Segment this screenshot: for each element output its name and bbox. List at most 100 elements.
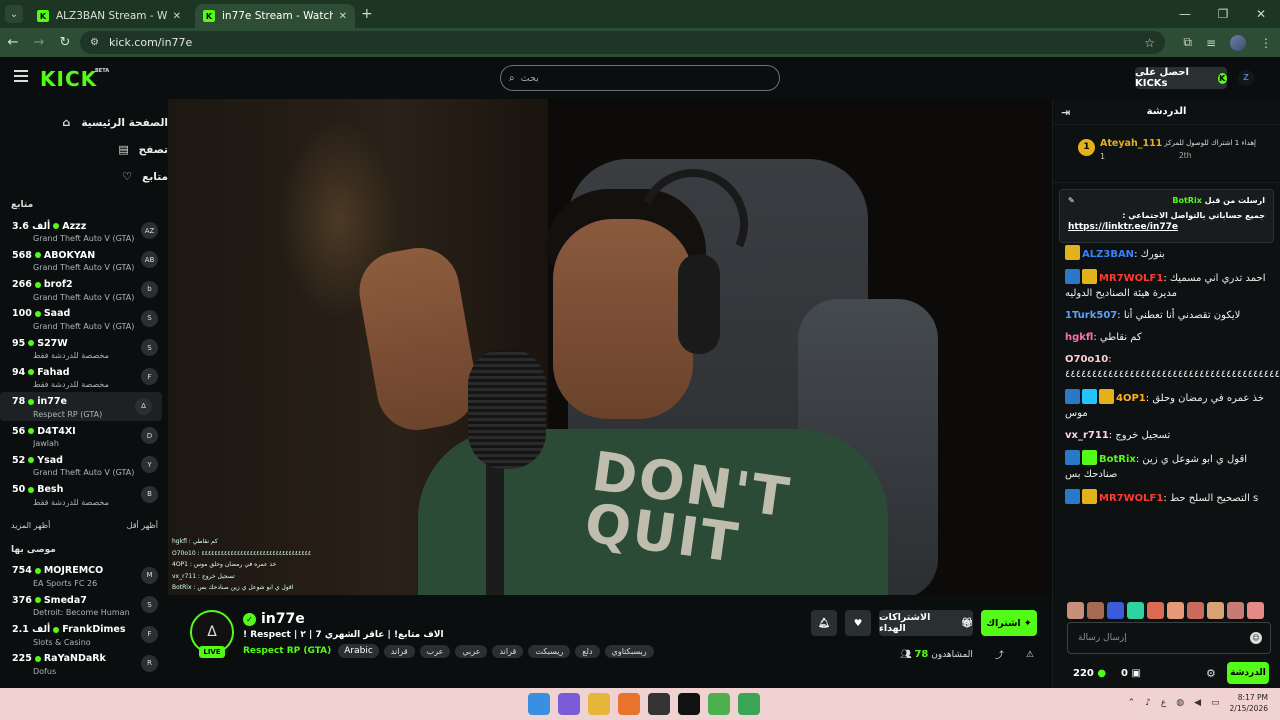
tag[interactable]: دلع <box>575 644 600 658</box>
close-tab-icon[interactable]: ✕ <box>173 11 181 22</box>
clock[interactable]: 8:17 PM 2/15/2026 <box>1230 692 1268 714</box>
app-icon[interactable] <box>678 693 700 715</box>
tag[interactable]: عرب <box>419 644 451 658</box>
back-icon[interactable]: ← <box>0 35 26 50</box>
tag[interactable]: ريسبكت <box>528 644 571 658</box>
chat-username[interactable]: 4OP1 <box>1116 393 1146 404</box>
wifi-icon[interactable]: ◍ <box>1176 698 1184 708</box>
emote[interactable] <box>1167 602 1184 619</box>
language-indicator[interactable]: ع <box>1161 698 1166 708</box>
browser-tab[interactable]: K ALZ3BAN Stream - Watch Live o ✕ <box>29 4 189 28</box>
emote[interactable] <box>1127 602 1144 619</box>
chat-username[interactable]: MR7WOLF1 <box>1099 273 1163 284</box>
chrome-active-icon[interactable] <box>738 693 760 715</box>
notification-bell-button[interactable]: 🔔︎ <box>811 610 837 636</box>
tag[interactable]: ريسبكتاوي <box>604 644 654 658</box>
bookmark-star-icon[interactable]: ☆ <box>1144 36 1155 50</box>
tray-chevron-icon[interactable]: ⌃ <box>1128 698 1136 708</box>
start-icon[interactable] <box>528 693 550 715</box>
emote[interactable] <box>1187 602 1204 619</box>
sidebar-channel-item[interactable]: 225 RaYaNDaRk Dofus R <box>0 649 168 678</box>
chat-username[interactable]: hgkfl <box>1065 332 1093 343</box>
browser-profile-avatar[interactable] <box>1230 34 1246 51</box>
app-icon[interactable] <box>618 693 640 715</box>
collapse-chat-icon[interactable]: ⇥ <box>1061 106 1070 119</box>
nav-following[interactable]: ♡ متابع <box>0 163 168 190</box>
emote[interactable] <box>1107 602 1124 619</box>
close-window-icon[interactable]: ✕ <box>1242 7 1280 21</box>
get-kicks-button[interactable]: احصل على KICKs K <box>1135 67 1227 89</box>
emote[interactable] <box>1087 602 1104 619</box>
chat-settings-icon[interactable]: ⚙ <box>1206 667 1216 680</box>
sidebar-channel-item[interactable]: 568 ABOKYAN Grand Theft Auto V (GTA) AB <box>0 245 168 274</box>
media-icon[interactable]: ≡ <box>1206 36 1216 50</box>
extensions-icon[interactable]: ⧉ <box>1183 35 1192 50</box>
sidebar-channel-item[interactable]: 94 Fahad مخصصة للدردشة فقط F <box>0 362 168 391</box>
tag[interactable]: قراند <box>492 644 524 658</box>
sidebar-channel-item[interactable]: 3.6 ألف Azzz Grand Theft Auto V (GTA) AZ <box>0 216 168 245</box>
show-more-button[interactable]: أظهر المزيد <box>11 521 50 530</box>
site-info-icon[interactable]: ⚙ <box>90 37 99 48</box>
chat-username[interactable]: O70o10 <box>1065 354 1108 365</box>
channel-name[interactable]: in77e <box>261 611 305 627</box>
chat-username[interactable]: BotRix <box>1099 454 1136 465</box>
forward-icon[interactable]: → <box>26 35 52 50</box>
pinned-link[interactable]: https://linktr.ee/in77e <box>1068 222 1265 232</box>
chat-username[interactable]: ALZ3BAN <box>1082 249 1134 260</box>
reload-icon[interactable]: ↻ <box>52 35 78 50</box>
sidebar-channel-item[interactable]: 52 Ysad Grand Theft Auto V (GTA) Y <box>0 450 168 479</box>
app-icon[interactable] <box>648 693 670 715</box>
tag[interactable]: قراند <box>383 644 415 658</box>
points-balance[interactable]: 0 ▣ <box>1121 668 1141 679</box>
show-less-button[interactable]: أظهر أقل <box>127 521 158 530</box>
video-player[interactable]: DON'T QUIT hgkfl : كم نقاطي O70o10 : ٤٤٤… <box>168 99 1052 595</box>
sidebar-channel-item[interactable]: 100 Saad Grand Theft Auto V (GTA) S <box>0 304 168 333</box>
tag[interactable]: عربي <box>455 644 488 658</box>
nav-home[interactable]: ⌂ الصفحة الرئيسية <box>0 109 168 136</box>
search-input[interactable]: ⌕ بحث <box>500 65 780 91</box>
report-icon[interactable]: ⚠ <box>1026 650 1034 660</box>
emote[interactable] <box>1227 602 1244 619</box>
gift-subs-button[interactable]: الاشتراكات الهداء 🎁︎ <box>879 610 973 636</box>
sidebar-channel-item[interactable]: 2.1 ألف FrankDimes Slots & Casino F <box>0 620 168 649</box>
sidebar-channel-item[interactable]: 78 in77e Respect RP (GTA) Δ <box>0 391 162 422</box>
chat-username[interactable]: MR7WOLF1 <box>1099 493 1163 504</box>
sidebar-channel-item[interactable]: 754 MOJREMCO EA Sports FC 26 M <box>0 561 168 590</box>
sidebar-channel-item[interactable]: 95 S27W مخصصة للدردشة فقط S <box>0 333 168 362</box>
chat-username[interactable]: 1Turk507 <box>1065 310 1117 321</box>
close-tab-icon[interactable]: ✕ <box>339 11 347 22</box>
tab-search-button[interactable]: ⌄ <box>5 5 23 23</box>
kicks-balance[interactable]: 220 ● <box>1073 668 1106 679</box>
new-tab-button[interactable]: + <box>361 6 373 22</box>
pinned-by-user[interactable]: BotRix <box>1172 196 1201 205</box>
pin-icon[interactable]: ✎ <box>1068 196 1075 205</box>
user-avatar[interactable]: Z <box>1238 70 1254 86</box>
maximize-icon[interactable]: ❐ <box>1204 7 1242 21</box>
emoji-icon[interactable]: ☺ <box>1250 632 1262 644</box>
tag[interactable]: Arabic <box>338 644 379 658</box>
emote[interactable] <box>1207 602 1224 619</box>
emote[interactable] <box>1067 602 1084 619</box>
volume-icon[interactable]: ◀ <box>1194 698 1201 708</box>
nav-browse[interactable]: ▤ تصفح <box>0 136 168 163</box>
subscribe-button[interactable]: اشتراك ✦ <box>981 610 1037 636</box>
send-chat-button[interactable]: الدردشة <box>1227 662 1269 684</box>
sidebar-channel-item[interactable]: 266 brof2 Grand Theft Auto V (GTA) b <box>0 275 168 304</box>
mic-tray-icon[interactable]: ♪ <box>1145 698 1151 708</box>
browser-tab-active[interactable]: K in77e Stream - Watch Live on K ✕ <box>195 4 355 28</box>
sidebar-channel-item[interactable]: 376 Smeda7 Detroit: Become Human S <box>0 590 168 619</box>
kick-logo[interactable]: KICK <box>40 67 97 91</box>
browser-menu-icon[interactable]: ⋮ <box>1260 36 1272 50</box>
menu-icon[interactable] <box>14 70 28 82</box>
sidebar-channel-item[interactable]: 56 D4T4XI Jawlah D <box>0 421 168 450</box>
battery-icon[interactable]: ▭ <box>1211 698 1220 708</box>
chat-input[interactable]: إرسال رسالة ☺ <box>1067 622 1271 654</box>
chat-username[interactable]: vx_r711 <box>1065 430 1109 441</box>
share-icon[interactable]: ⤴ <box>995 648 1004 661</box>
copilot-icon[interactable] <box>558 693 580 715</box>
follow-heart-button[interactable]: ♥ <box>845 610 871 636</box>
url-field[interactable]: ⚙ kick.com/in77e ☆ <box>80 31 1165 54</box>
stream-category[interactable]: Respect RP (GTA) <box>243 646 331 656</box>
sidebar-channel-item[interactable]: 50 Besh مخصصة للدردشة فقط B <box>0 480 168 509</box>
emote[interactable] <box>1147 602 1164 619</box>
